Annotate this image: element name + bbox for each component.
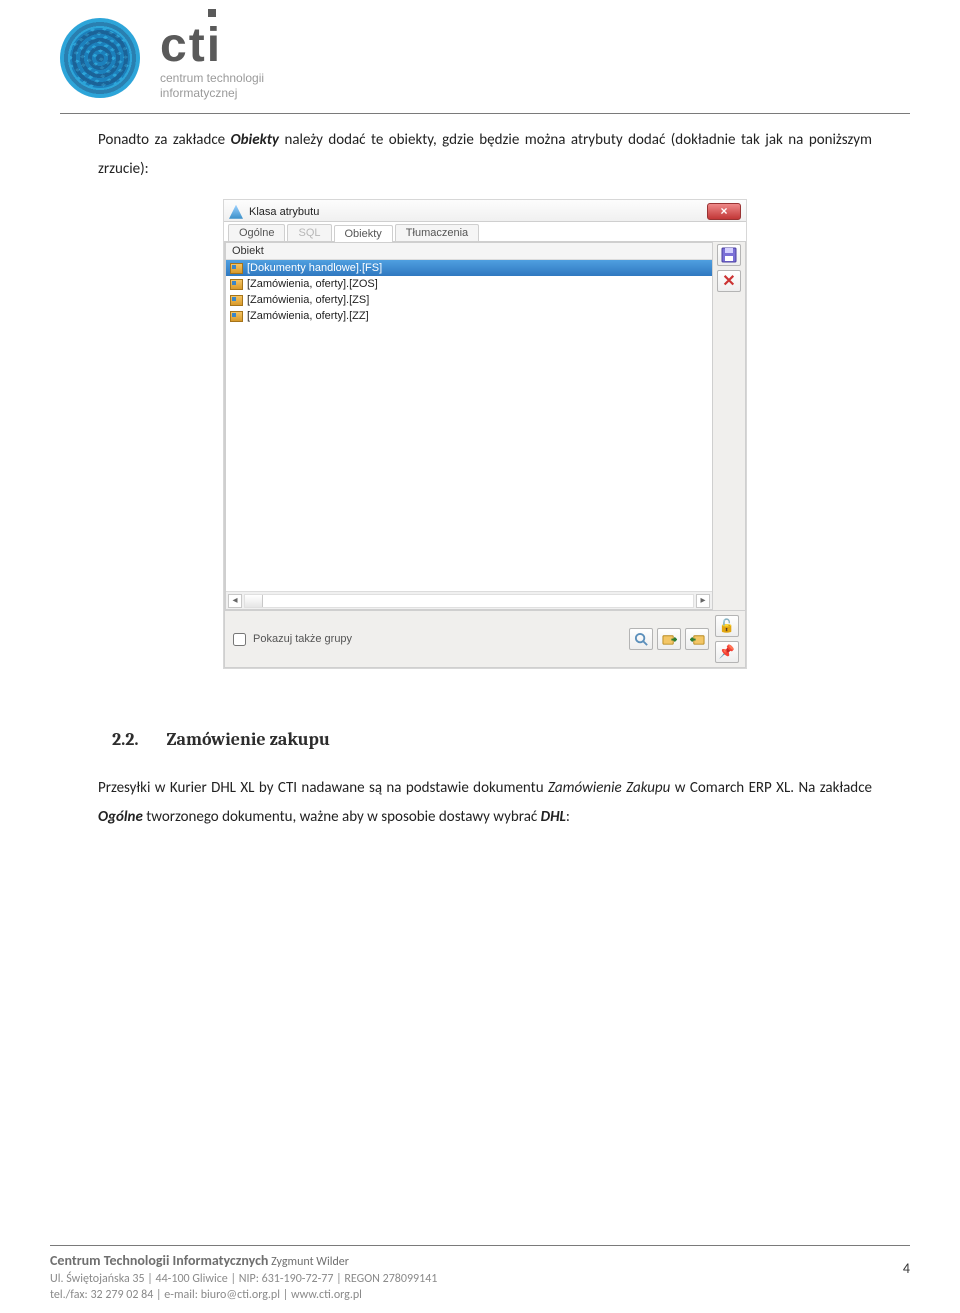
show-groups-input[interactable] — [233, 633, 246, 646]
section-title: Zamówienie zakupu — [167, 729, 330, 750]
intro-paragraph: Ponadto za zakładce Obiekty należy dodać… — [98, 126, 872, 183]
logo-sphere-icon — [60, 18, 140, 98]
dialog-tabs: Ogólne SQL Obiekty Tłumaczenia — [224, 221, 746, 242]
footer-text: Centrum Technologii Informatycznych Zygm… — [50, 1252, 437, 1303]
p2-3: tworzonego dokumentu, ważne aby w sposob… — [143, 808, 541, 826]
logo-subtitle: centrum technologii informatycznej — [160, 71, 264, 101]
body-paragraph-2: Przesyłki w Kurier DHL XL by CTI nadawan… — [98, 774, 872, 831]
tab-tlumaczenia[interactable]: Tłumaczenia — [395, 224, 479, 241]
delete-x-icon: ✕ — [722, 271, 735, 291]
footer-divider — [50, 1245, 910, 1246]
list-item[interactable]: [Zamówienia, oferty].[ZOS] — [226, 276, 712, 292]
footer-line3: tel./fax: 32 279 02 84 | e-mail: biuro@c… — [50, 1287, 437, 1303]
dialog-footer: Pokazuj także grupy 🔓 📌 — [224, 611, 746, 668]
header-divider — [60, 113, 910, 114]
dialog-close-button[interactable]: × — [707, 203, 741, 220]
side-footer-buttons: 🔓 📌 — [713, 615, 741, 663]
folder-export-icon — [662, 632, 677, 647]
intro-obiekty: Obiekty — [231, 131, 279, 149]
scroll-track[interactable] — [244, 594, 694, 608]
pin-icon: 📌 — [719, 644, 735, 660]
delete-button[interactable]: ✕ — [717, 270, 741, 292]
scroll-thumb[interactable] — [245, 595, 263, 607]
p2-zz: Zamówienie Zakupu — [548, 779, 670, 797]
show-groups-checkbox[interactable]: Pokazuj także grupy — [229, 630, 352, 649]
scroll-right-arrow-icon[interactable]: ▸ — [696, 594, 710, 608]
p2-1: Przesyłki w Kurier DHL XL by CTI nadawan… — [98, 779, 548, 797]
dialog-content: Obiekt [Dokumenty handlowe].[FS] [Zamówi… — [224, 242, 746, 611]
list-column-header[interactable]: Obiekt — [226, 243, 712, 260]
export-button[interactable] — [657, 628, 681, 650]
list-item-label: [Zamówienia, oferty].[ZS] — [247, 294, 369, 306]
dialog-titlebar: Klasa atrybutu × — [224, 200, 746, 221]
list-item-label: [Dokumenty handlowe].[FS] — [247, 262, 382, 274]
section-heading: 2.2. Zamówienie zakupu — [112, 729, 910, 750]
tab-ogolne[interactable]: Ogólne — [228, 224, 285, 241]
save-button[interactable] — [717, 244, 741, 266]
list-item[interactable]: [Zamówienia, oferty].[ZZ] — [226, 308, 712, 324]
magnifier-icon — [634, 632, 649, 647]
page-number: 4 — [903, 1260, 910, 1277]
import-button[interactable] — [685, 628, 709, 650]
page-header: cti centrum technologii informatycznej — [60, 18, 910, 109]
footer-owner: Zygmunt Wilder — [268, 1255, 349, 1269]
dialog-title: Klasa atrybutu — [249, 206, 319, 218]
p2-og: Ogólne — [98, 808, 143, 826]
lock-icon: 🔓 — [719, 618, 735, 634]
logo-text: cti centrum technologii informatycznej — [160, 24, 264, 101]
dialog-screenshot: Klasa atrybutu × Ogólne SQL Obiekty Tłum… — [223, 199, 747, 669]
list-item-label: [Zamówienia, oferty].[ZZ] — [247, 310, 369, 322]
pin-button[interactable]: 📌 — [715, 641, 739, 663]
list-item[interactable]: [Dokumenty handlowe].[FS] — [226, 260, 712, 276]
p2-4: : — [566, 808, 570, 826]
footer-line2: Ul. Świętojańska 35 | 44-100 Gliwice | N… — [50, 1271, 437, 1287]
list-item[interactable]: [Zamówienia, oferty].[ZS] — [226, 292, 712, 308]
page-footer: Centrum Technologii Informatycznych Zygm… — [50, 1245, 910, 1303]
show-groups-label: Pokazuj także grupy — [253, 633, 352, 645]
floppy-icon — [721, 247, 737, 263]
logo-letters: cti — [160, 24, 264, 67]
p2-2: w Comarch ERP XL. Na zakładce — [670, 779, 872, 797]
object-icon — [230, 295, 243, 306]
search-button[interactable] — [629, 628, 653, 650]
object-icon — [230, 279, 243, 290]
object-icon — [230, 263, 243, 274]
footer-company: Centrum Technologii Informatycznych — [50, 1252, 268, 1269]
scroll-left-arrow-icon[interactable]: ◂ — [228, 594, 242, 608]
logo-sub-line1: centrum technologii — [160, 71, 264, 85]
tab-obiekty[interactable]: Obiekty — [334, 225, 393, 242]
dialog-app-icon — [229, 205, 243, 219]
p2-dhl: DHL — [541, 808, 566, 826]
list-item-label: [Zamówienia, oferty].[ZOS] — [247, 278, 378, 290]
logo-sub-line2: informatycznej — [160, 86, 237, 100]
lock-button[interactable]: 🔓 — [715, 615, 739, 637]
footer-button-group — [629, 628, 709, 650]
side-buttons: ✕ — [717, 242, 745, 610]
tab-sql[interactable]: SQL — [287, 224, 331, 241]
folder-import-icon — [690, 632, 705, 647]
section-number: 2.2. — [112, 729, 139, 750]
object-icon — [230, 311, 243, 322]
object-list-pane: Obiekt [Dokumenty handlowe].[FS] [Zamówi… — [225, 242, 713, 610]
horizontal-scrollbar[interactable]: ◂ ▸ — [226, 591, 712, 609]
intro-pre: Ponadto za zakładce — [98, 131, 231, 149]
list-body[interactable]: [Dokumenty handlowe].[FS] [Zamówienia, o… — [226, 260, 712, 591]
